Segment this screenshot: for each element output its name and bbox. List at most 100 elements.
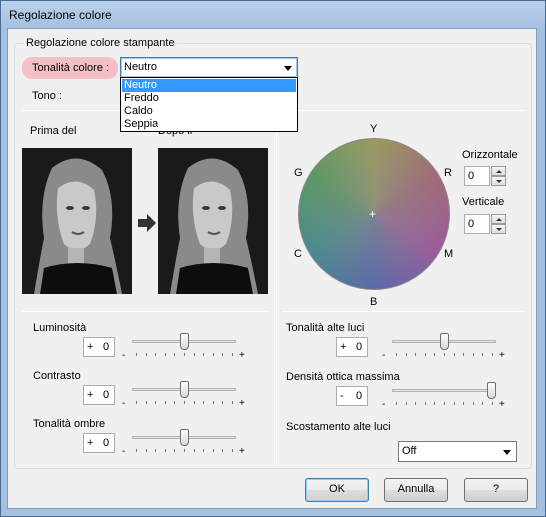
slider-tick bbox=[406, 402, 407, 405]
slider-tick bbox=[146, 353, 147, 356]
tone-dropdown[interactable]: Neutro bbox=[120, 57, 298, 78]
horizontal-spinner[interactable] bbox=[491, 166, 506, 186]
vertical-input[interactable]: 0 bbox=[464, 214, 490, 234]
right-adjust-0-slider-thumb[interactable] bbox=[440, 333, 449, 350]
horizontal-label: Orizzontale bbox=[462, 149, 518, 161]
slider-tick bbox=[155, 449, 156, 452]
slider-tick bbox=[463, 353, 464, 356]
vertical-spinner[interactable] bbox=[491, 214, 506, 234]
slider-tick bbox=[213, 401, 214, 404]
left-adjust-1-sign: + bbox=[87, 389, 94, 401]
preview-after-image bbox=[158, 148, 268, 294]
slider-tick bbox=[425, 402, 426, 405]
vertical-label: Verticale bbox=[462, 196, 505, 208]
wheel-label-y: Y bbox=[370, 123, 378, 135]
vertical-value: 0 bbox=[468, 218, 475, 230]
horizontal-input[interactable]: 0 bbox=[464, 166, 490, 186]
tone-option-caldo[interactable]: Caldo bbox=[122, 105, 296, 118]
lower-left-separator bbox=[22, 311, 268, 312]
slider-tick bbox=[165, 449, 166, 452]
slider-tick bbox=[232, 449, 233, 452]
tone-option-seppia[interactable]: Seppia bbox=[122, 118, 296, 131]
slider-tick bbox=[396, 353, 397, 356]
highlight-offset-label: Scostamento alte luci bbox=[286, 421, 391, 433]
right-adjust-0-sign: + bbox=[340, 341, 347, 353]
slider-tick bbox=[222, 401, 223, 404]
slider-tick bbox=[213, 449, 214, 452]
slider-tick bbox=[194, 353, 195, 356]
tono-label: Tono : bbox=[32, 90, 62, 102]
slider-tick bbox=[454, 353, 455, 356]
right-adjust-0-slider-ticks bbox=[392, 353, 496, 356]
right-adjust-0-slider[interactable] bbox=[392, 332, 496, 356]
slider-tick bbox=[184, 449, 185, 452]
slider-tick bbox=[174, 353, 175, 356]
left-adjust-1-value-box[interactable]: +0 bbox=[83, 385, 115, 405]
highlight-offset-value: Off bbox=[402, 445, 417, 457]
spin-down-icon[interactable] bbox=[491, 224, 506, 234]
right-adjust-1-value-box[interactable]: -0 bbox=[336, 386, 368, 406]
right-adjust-1-slider-thumb[interactable] bbox=[487, 382, 496, 399]
slider-tick bbox=[454, 402, 455, 405]
highlight-offset-dropdown[interactable]: Off bbox=[398, 441, 517, 462]
left-adjust-0-value-box[interactable]: +0 bbox=[83, 337, 115, 357]
slider-tick bbox=[482, 353, 483, 356]
title-bar[interactable]: Regolazione colore bbox=[1, 1, 545, 29]
left-adjust-2-slider-thumb[interactable] bbox=[180, 429, 189, 446]
right-adjust-0-min-mark: - bbox=[382, 350, 386, 361]
slider-tick bbox=[155, 353, 156, 356]
slider-tick bbox=[136, 449, 137, 452]
left-adjust-0-slider-thumb[interactable] bbox=[180, 333, 189, 350]
right-adjust-1-min-mark: - bbox=[382, 399, 386, 410]
horizontal-value: 0 bbox=[468, 170, 475, 182]
spin-down-icon[interactable] bbox=[491, 176, 506, 186]
cancel-button[interactable]: Annulla bbox=[384, 478, 448, 502]
left-adjust-0-slider[interactable] bbox=[132, 332, 236, 356]
left-adjust-0-sign: + bbox=[87, 341, 94, 353]
help-button[interactable]: ? bbox=[464, 478, 528, 502]
slider-tick bbox=[203, 401, 204, 404]
ok-button[interactable]: OK bbox=[305, 478, 369, 502]
preview-before-image bbox=[22, 148, 132, 294]
left-adjust-2-value-box[interactable]: +0 bbox=[83, 433, 115, 453]
slider-tick bbox=[425, 353, 426, 356]
chevron-down-icon[interactable] bbox=[284, 66, 292, 71]
left-adjust-1-value: 0 bbox=[103, 389, 110, 401]
wheel-label-g: G bbox=[294, 167, 303, 179]
spin-up-icon[interactable] bbox=[491, 166, 506, 176]
left-adjust-1-slider[interactable] bbox=[132, 380, 236, 404]
slider-tick bbox=[434, 402, 435, 405]
left-adjust-2-max-mark: + bbox=[239, 446, 245, 457]
tone-option-freddo[interactable]: Freddo bbox=[122, 92, 296, 105]
right-adjust-1-slider[interactable] bbox=[392, 381, 496, 405]
left-adjust-2-min-mark: - bbox=[122, 446, 126, 457]
spin-up-icon[interactable] bbox=[491, 214, 506, 224]
slider-tick bbox=[136, 353, 137, 356]
slider-tick bbox=[396, 402, 397, 405]
wheel-label-b: B bbox=[370, 296, 378, 308]
slider-tick bbox=[406, 353, 407, 356]
right-adjust-1-value: 0 bbox=[356, 390, 363, 402]
slider-tick bbox=[165, 401, 166, 404]
arrow-right-icon bbox=[138, 214, 156, 232]
left-adjust-1-slider-thumb[interactable] bbox=[180, 381, 189, 398]
right-adjust-0-value-box[interactable]: +0 bbox=[336, 337, 368, 357]
slider-tick bbox=[155, 401, 156, 404]
crosshair-icon[interactable]: + bbox=[369, 207, 376, 221]
right-adjust-1-slider-track[interactable] bbox=[392, 389, 496, 392]
right-adjust-1-sign: - bbox=[340, 390, 344, 402]
left-adjust-0-label: Luminosità bbox=[33, 322, 87, 334]
left-adjust-2-slider[interactable] bbox=[132, 428, 236, 452]
slider-tick bbox=[174, 401, 175, 404]
slider-tick bbox=[213, 353, 214, 356]
tone-label: Tonalità colore : bbox=[32, 62, 110, 74]
tone-option-neutro[interactable]: Neutro bbox=[122, 79, 296, 92]
right-adjust-1-label: Densità ottica massima bbox=[286, 371, 400, 383]
right-adjust-0-max-mark: + bbox=[499, 350, 505, 361]
chevron-down-icon[interactable] bbox=[503, 450, 511, 455]
slider-tick bbox=[415, 402, 416, 405]
printer-color-group-legend: Regolazione colore stampante bbox=[24, 37, 177, 49]
slider-tick bbox=[492, 353, 493, 356]
wheel-label-c: C bbox=[294, 248, 302, 260]
slider-tick bbox=[146, 401, 147, 404]
